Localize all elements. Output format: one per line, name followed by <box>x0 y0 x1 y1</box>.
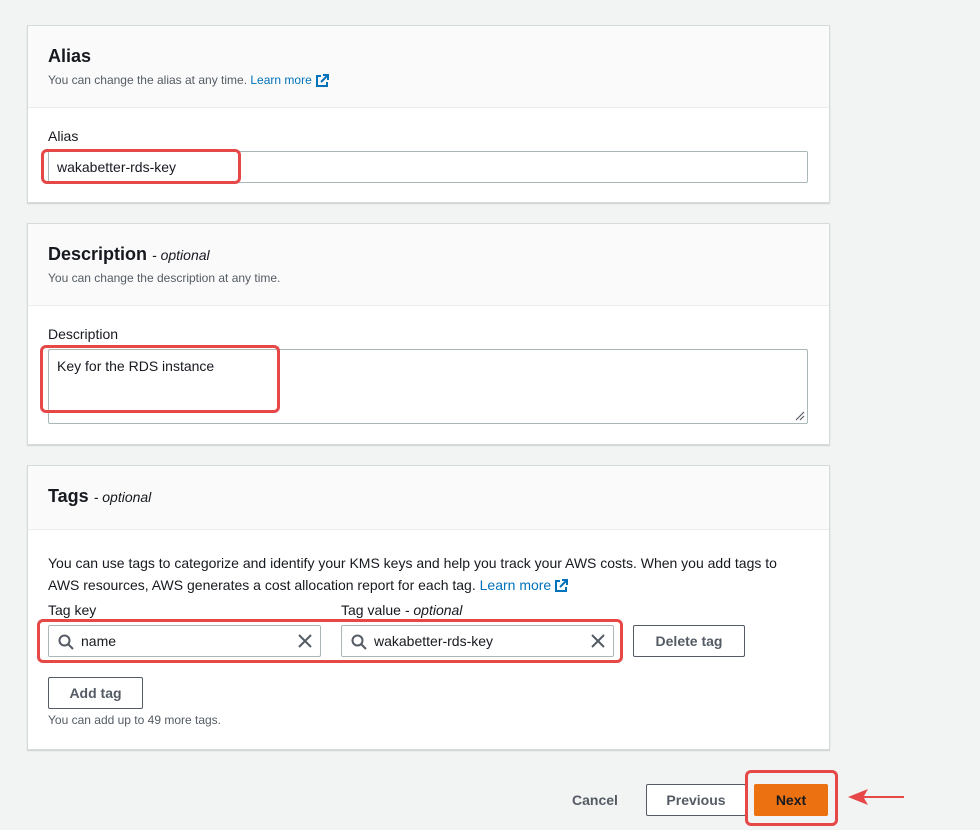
add-tag-button[interactable]: Add tag <box>48 677 143 709</box>
description-title-text: Description <box>48 244 148 264</box>
alias-input-value: wakabetter-rds-key <box>57 159 177 175</box>
tag-value-label: Tag value - optional <box>341 602 462 618</box>
alias-panel-description: You can change the alias at any time. Le… <box>48 73 809 88</box>
cancel-label: Cancel <box>572 792 618 808</box>
external-link-icon <box>555 579 569 593</box>
alias-input[interactable]: wakabetter-rds-key <box>48 151 808 183</box>
tag-key-input[interactable]: name <box>48 625 321 657</box>
clear-icon[interactable] <box>590 633 606 649</box>
tags-optional-text: - optional <box>93 489 152 505</box>
description-field-label: Description <box>48 326 119 342</box>
search-icon <box>58 634 74 650</box>
clear-icon[interactable] <box>297 633 313 649</box>
description-panel-title: Description - optional <box>48 244 809 265</box>
previous-button[interactable]: Previous <box>646 784 746 816</box>
alias-panel-title: Alias <box>48 46 92 66</box>
next-button[interactable]: Next <box>754 784 828 816</box>
tags-info: You can use tags to categorize and ident… <box>48 552 808 596</box>
tags-limit-note: You can add up to 49 more tags. <box>48 713 222 727</box>
description-textarea-value: Key for the RDS instance <box>57 358 215 374</box>
previous-label: Previous <box>666 792 726 808</box>
alias-panel: Alias You can change the alias at any ti… <box>27 25 830 203</box>
tag-value-value: wakabetter-rds-key <box>374 633 494 649</box>
cancel-button[interactable]: Cancel <box>560 784 630 816</box>
alias-learn-more-label: Learn more <box>250 73 312 87</box>
annotation-arrow-icon <box>848 789 904 805</box>
tags-learn-more-link[interactable]: Learn more <box>480 577 569 593</box>
tags-panel-title: Tags - optional <box>48 486 809 507</box>
tags-title-text: Tags <box>48 486 89 506</box>
tags-panel-header: Tags - optional <box>28 466 829 530</box>
resize-handle-icon[interactable] <box>795 411 805 421</box>
next-label: Next <box>775 792 807 808</box>
description-panel-description: You can change the description at any ti… <box>48 271 281 285</box>
add-tag-label: Add tag <box>69 685 122 701</box>
alias-description-text: You can change the alias at any time. <box>48 73 248 87</box>
description-panel-header: Description - optional You can change th… <box>28 224 829 306</box>
description-panel: Description - optional You can change th… <box>27 223 830 445</box>
description-optional-text: - optional <box>152 247 210 263</box>
delete-tag-button[interactable]: Delete tag <box>633 625 745 657</box>
tags-panel: Tags - optional You can use tags to cate… <box>27 465 830 750</box>
search-icon <box>351 634 367 650</box>
alias-panel-header: Alias You can change the alias at any ti… <box>28 26 829 108</box>
delete-tag-label: Delete tag <box>655 633 723 649</box>
tag-value-optional-text: - optional <box>404 602 463 618</box>
alias-learn-more-link[interactable]: Learn more <box>250 73 329 87</box>
tags-info-text: You can use tags to categorize and ident… <box>48 555 777 593</box>
alias-field-label: Alias <box>48 128 79 144</box>
tag-value-input[interactable]: wakabetter-rds-key <box>341 625 614 657</box>
description-textarea[interactable]: Key for the RDS instance <box>48 349 808 424</box>
tag-key-value: name <box>81 633 117 649</box>
external-link-icon <box>315 73 329 87</box>
tags-learn-more-label: Learn more <box>479 577 552 593</box>
tag-value-label-text: Tag value <box>341 602 401 618</box>
tag-key-label: Tag key <box>48 602 97 618</box>
